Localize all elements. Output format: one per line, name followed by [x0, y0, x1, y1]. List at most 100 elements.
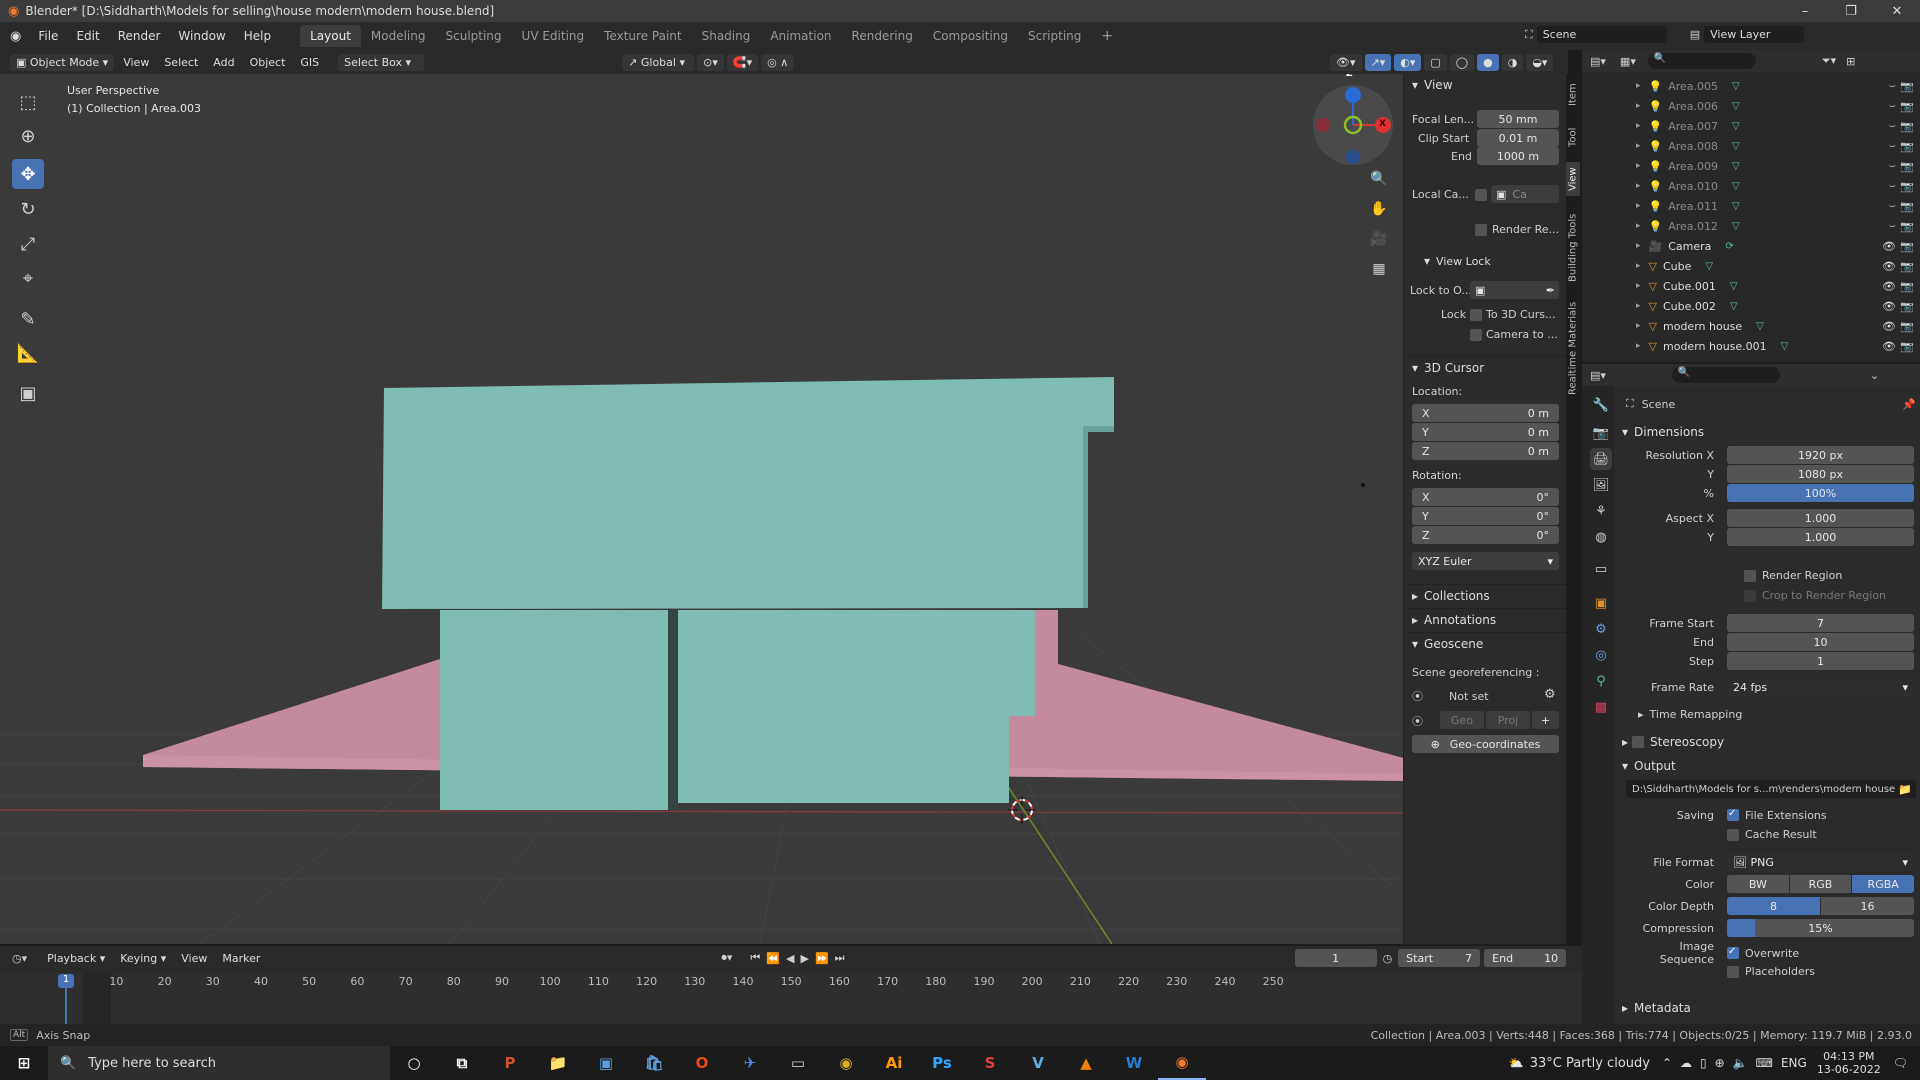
view-layer-icon[interactable]: ▤ [1690, 28, 1700, 41]
weather-icon[interactable]: ⛅ [1509, 1056, 1524, 1070]
visibility-eye-icon[interactable]: ⌣ [1889, 199, 1896, 213]
visibility-icon[interactable]: 👁▾ [1330, 53, 1362, 71]
cortana-icon[interactable]: ○ [390, 1046, 438, 1080]
close-icon[interactable]: ✕ [1874, 0, 1920, 22]
light-data-icon[interactable]: ▽ [1732, 201, 1740, 212]
outliner-row[interactable]: ▸ ▽ Cube.002 ▽ 👁 📷 [1582, 296, 1920, 316]
menu-window[interactable]: Window [169, 29, 234, 43]
geo-button[interactable]: Geo [1440, 711, 1484, 729]
modifier-tab-icon[interactable]: ⚙ [1590, 618, 1612, 640]
geoscene-header[interactable]: ▾ Geoscene [1404, 632, 1566, 654]
outliner-row[interactable]: ▸ 💡 Area.008 ▽ ⌣ 📷 [1582, 136, 1920, 156]
color-rgba-button[interactable]: RGBA [1852, 875, 1915, 893]
vray-icon[interactable]: V [1014, 1046, 1062, 1080]
rotation-mode-dropdown[interactable]: XYZ Euler ▾ [1412, 552, 1559, 570]
render-camera-icon[interactable]: 📷 [1900, 320, 1914, 333]
render-camera-icon[interactable]: 📷 [1900, 200, 1914, 213]
tab-modeling[interactable]: Modeling [361, 25, 436, 47]
keyboard-icon[interactable]: ⌨ [1756, 1056, 1773, 1070]
volume-icon[interactable]: 🔈 [1733, 1056, 1748, 1070]
3d-viewport[interactable]: Z X User Perspective (1) Collection | Ar… [0, 74, 1566, 944]
outliner-row[interactable]: ▸ ▽ modern house.001 ▽ 👁 📷 [1582, 336, 1920, 356]
output-path-field[interactable]: D:\Siddharth\Models for s...m\renders\mo… [1626, 780, 1916, 798]
expand-arrow-icon[interactable]: ▸ [1636, 221, 1641, 231]
visibility-eye-icon[interactable]: 👁 [1882, 320, 1896, 333]
collections-header[interactable]: ▸ Collections [1404, 584, 1566, 606]
tab-realtime-materials[interactable]: Realtime Materials [1566, 298, 1580, 398]
menu-render[interactable]: Render [109, 29, 170, 43]
timeline-ruler[interactable]: 1 11020304050607080901001101201301401501… [0, 972, 1582, 1024]
annotate-tool-icon[interactable]: ✎ [12, 304, 44, 334]
tray-apps-icon[interactable]: ☁ [1680, 1056, 1692, 1070]
expand-arrow-icon[interactable]: ▸ [1636, 301, 1641, 311]
cache-result-checkbox[interactable] [1727, 828, 1739, 841]
expand-arrow-icon[interactable]: ▸ [1636, 141, 1641, 151]
menu-edit[interactable]: Edit [67, 29, 108, 43]
render-tab-icon[interactable]: 📷 [1590, 422, 1612, 444]
orientation-dropdown[interactable]: ↗ Global ▾ [622, 53, 695, 71]
render-camera-icon[interactable]: 📷 [1900, 100, 1914, 113]
render-camera-icon[interactable]: 📷 [1900, 240, 1914, 253]
tab-sculpting[interactable]: Sculpting [436, 25, 512, 47]
render-camera-icon[interactable]: 📷 [1900, 340, 1914, 353]
expand-arrow-icon[interactable]: ▸ [1636, 341, 1641, 351]
office-icon[interactable]: O [678, 1046, 726, 1080]
chrome-icon[interactable]: ◉ [822, 1046, 870, 1080]
frame-step-field[interactable]: 1 [1727, 652, 1914, 670]
light-data-icon[interactable]: ▽ [1732, 121, 1740, 132]
clip-start-field[interactable]: 0.01 m [1477, 129, 1559, 147]
overlay-toggle-icon[interactable]: ◐▾ [1394, 53, 1422, 71]
visibility-eye-icon[interactable]: 👁 [1882, 340, 1896, 353]
pin-icon[interactable]: 📌 [1902, 398, 1916, 411]
scene-icon[interactable]: ⛶ [1525, 28, 1533, 42]
view-layer-tab-icon[interactable]: 🖼 [1590, 474, 1612, 496]
camera-view-icon[interactable]: 🎥 [1366, 226, 1392, 252]
mode-dropdown[interactable]: ▣ Object Mode ▾ [10, 53, 115, 71]
scene-canvas[interactable] [0, 74, 1403, 944]
light-data-icon[interactable]: ▽ [1732, 141, 1740, 152]
outliner-search-input[interactable]: 🔍 [1647, 53, 1756, 69]
play-reverse-icon[interactable]: ◀ [786, 952, 794, 965]
view-lock-header[interactable]: ▾ View Lock [1416, 250, 1499, 272]
expand-arrow-icon[interactable]: ▸ [1636, 101, 1641, 111]
options-chevron-icon[interactable]: ⌄ [1870, 369, 1879, 382]
timeline-view-menu[interactable]: View [175, 950, 213, 967]
end-frame-field[interactable]: End 10 [1484, 949, 1567, 967]
geo-coordinates-button[interactable]: ⊕ Geo-coordinates [1412, 735, 1559, 753]
resolution-x-field[interactable]: 1920 px [1727, 446, 1914, 464]
color-bw-button[interactable]: BW [1727, 875, 1789, 893]
outliner-row[interactable]: ▸ 💡 Area.007 ▽ ⌣ 📷 [1582, 116, 1920, 136]
expand-arrow-icon[interactable]: ▸ [1636, 181, 1641, 191]
powerpoint-icon[interactable]: P [486, 1046, 534, 1080]
outliner-row[interactable]: ▸ 💡 Area.009 ▽ ⌣ 📷 [1582, 156, 1920, 176]
clip-end-field[interactable]: 1000 m [1477, 147, 1559, 165]
expand-arrow-icon[interactable]: ▸ [1636, 281, 1641, 291]
tab-texture-paint[interactable]: Texture Paint [594, 25, 691, 47]
render-region-checkbox[interactable] [1475, 224, 1487, 236]
transform-tool-icon[interactable]: ⌖ [12, 263, 44, 293]
language-indicator[interactable]: ENG [1781, 1056, 1807, 1070]
render-camera-icon[interactable]: 📷 [1900, 180, 1914, 193]
prev-key-icon[interactable]: ⏪ [766, 952, 780, 965]
add-menu[interactable]: Add [207, 54, 240, 71]
sketchup-icon[interactable]: S [966, 1046, 1014, 1080]
tool-tab-icon[interactable]: 🔧 [1590, 394, 1612, 416]
aspect-x-field[interactable]: 1.000 [1727, 509, 1914, 527]
material-shading-icon[interactable]: ◑ [1501, 53, 1524, 71]
cursor-rotation-z[interactable]: Z 0° [1412, 526, 1559, 544]
windows-start-icon[interactable]: ⊞ [0, 1046, 48, 1080]
light-data-icon[interactable]: ▽ [1732, 101, 1740, 112]
tab-scripting[interactable]: Scripting [1018, 25, 1091, 47]
render-camera-icon[interactable]: 📷 [1900, 160, 1914, 173]
crop-region-checkbox[interactable] [1744, 589, 1756, 602]
render-region-prop-checkbox[interactable] [1744, 569, 1756, 582]
photos-icon[interactable]: ▣ [582, 1046, 630, 1080]
output-tab-icon[interactable]: 🖨 [1590, 448, 1612, 470]
color-rgb-button[interactable]: RGB [1789, 875, 1852, 893]
resolution-y-field[interactable]: 1080 px [1727, 465, 1914, 483]
solid-shading-icon[interactable]: ● [1477, 53, 1499, 71]
render-camera-icon[interactable]: 📷 [1900, 280, 1914, 293]
visibility-eye-icon[interactable]: 👁 [1882, 280, 1896, 293]
view-section-header[interactable]: ▾ View [1404, 74, 1566, 96]
keying-menu[interactable]: Keying ▾ [114, 950, 172, 967]
